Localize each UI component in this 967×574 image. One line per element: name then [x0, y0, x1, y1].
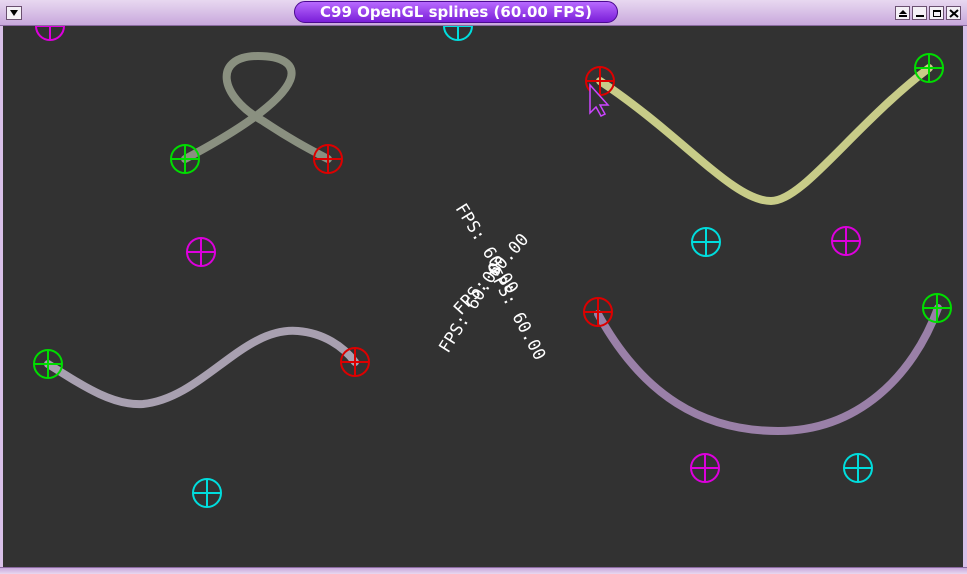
start-point-marker[interactable]: [914, 53, 944, 83]
control-point-marker[interactable]: [831, 226, 861, 256]
menu-icon: [10, 10, 18, 16]
window-menu-button[interactable]: [6, 6, 22, 20]
control-point-marker[interactable]: [443, 26, 473, 41]
control-point-marker[interactable]: [843, 453, 873, 483]
control-point-marker[interactable]: [690, 453, 720, 483]
control-point-marker[interactable]: [691, 227, 721, 257]
opengl-canvas[interactable]: FPS: 60.00 FPS: 60.00 FPS: 60.00 FPS: 60…: [3, 26, 963, 567]
spline-bowl: [594, 304, 942, 436]
app-window: C99 OpenGL splines (60.00 FPS) FPS: 60.0…: [0, 0, 967, 574]
maximize-icon: [932, 9, 941, 17]
window-title: C99 OpenGL splines (60.00 FPS): [294, 1, 618, 23]
window-controls: [895, 6, 961, 20]
start-point-marker[interactable]: [922, 293, 952, 323]
minimize-button[interactable]: [912, 6, 927, 20]
spline-wave: [44, 326, 359, 409]
window-right-border: [963, 26, 967, 567]
shade-icon: [898, 9, 907, 17]
spline-loop: [181, 51, 332, 163]
maximize-button[interactable]: [929, 6, 944, 20]
close-button[interactable]: [946, 6, 961, 20]
close-icon: [948, 8, 959, 18]
end-point-marker[interactable]: [583, 297, 613, 327]
end-point-marker[interactable]: [340, 347, 370, 377]
start-point-marker[interactable]: [33, 349, 63, 379]
titlebar[interactable]: C99 OpenGL splines (60.00 FPS): [0, 0, 967, 26]
control-point-marker[interactable]: [192, 478, 222, 508]
spline-scene[interactable]: FPS: 60.00 FPS: 60.00 FPS: 60.00 FPS: 60…: [3, 26, 963, 567]
end-point-marker[interactable]: [313, 144, 343, 174]
minimize-icon: [915, 14, 924, 17]
start-point-marker[interactable]: [170, 144, 200, 174]
window-bottom-border: [0, 567, 967, 574]
spline-v: [596, 64, 933, 206]
shade-button[interactable]: [895, 6, 910, 20]
control-point-marker[interactable]: [186, 237, 216, 267]
fps-text-group: FPS: 60.00 FPS: 60.00 FPS: 60.00 FPS: 60…: [435, 200, 549, 364]
control-point-marker[interactable]: [35, 26, 65, 41]
